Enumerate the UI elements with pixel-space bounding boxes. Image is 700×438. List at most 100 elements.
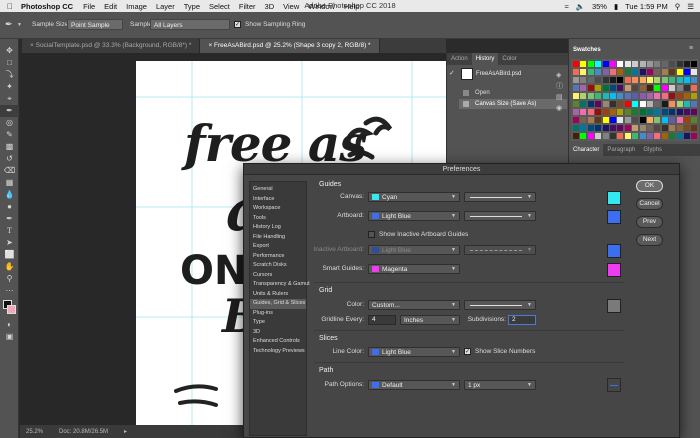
swatch[interactable] [639,109,646,115]
swatch[interactable] [691,93,698,99]
category-type[interactable]: Type [250,318,306,328]
swatch[interactable] [587,125,594,131]
eyedropper-icon[interactable]: ✒ [0,105,19,117]
swatch[interactable] [595,77,602,83]
swatch[interactable] [580,85,587,91]
swatch[interactable] [602,93,609,99]
swatch[interactable] [617,77,624,83]
menu-filter[interactable]: Filter [239,2,256,11]
menu-3d[interactable]: 3D [265,2,275,11]
grid-line-style-select[interactable]: ▼ [464,300,536,310]
swatch[interactable] [691,85,698,91]
swatch[interactable] [684,133,690,139]
swatch[interactable] [580,61,587,67]
swatch[interactable] [684,101,690,107]
swatch[interactable] [632,85,639,91]
swatch[interactable] [639,133,646,139]
move-tool-icon[interactable]: ✥ [0,45,19,57]
swatch[interactable] [647,133,653,139]
canvas-line-style-select[interactable]: ▼ [464,192,536,202]
swatch[interactable] [639,85,646,91]
swatch[interactable] [624,77,631,83]
ok-button[interactable]: OK [636,180,663,192]
swatch[interactable] [669,85,676,91]
grid-color-swatch[interactable] [607,299,621,313]
layers-icon[interactable]: ▤ [556,92,563,103]
inactive-artboard-color-select[interactable]: Light Blue ▼ [368,245,460,255]
swatch[interactable] [602,85,609,91]
swatch[interactable] [691,117,698,123]
slice-line-color-select[interactable]: Light Blue ▼ [368,347,460,357]
swatch[interactable] [654,101,661,107]
magic-wand-icon[interactable]: ✦ [0,81,19,93]
quick-mask-icon[interactable]: ◐ [0,319,19,331]
swatch[interactable] [587,133,594,139]
search-icon[interactable]: ⚲ [675,2,681,11]
swatch[interactable] [610,85,616,91]
swatch[interactable] [580,77,587,83]
gradient-tool-icon[interactable]: ▦ [0,177,19,189]
swatch[interactable] [573,69,579,75]
swatch[interactable] [587,93,594,99]
zoom-level[interactable]: 25.2% [26,429,43,435]
swatch[interactable] [669,125,676,131]
background-color[interactable] [7,305,16,314]
swatch[interactable] [580,117,587,123]
stamp-tool-icon[interactable]: ▩ [0,141,19,153]
swatch[interactable] [595,125,602,131]
swatch[interactable] [602,133,609,139]
category-technology-previews[interactable]: Technology Previews [250,347,306,357]
swatch[interactable] [610,77,616,83]
grid-unit-select[interactable]: Inches ▼ [400,315,460,325]
blur-tool-icon[interactable]: 💧 [0,189,19,201]
swatch[interactable] [610,61,616,67]
snapshot-name[interactable]: FreeAsABird.psd [476,71,521,77]
swatch[interactable] [684,117,690,123]
swatch[interactable] [617,93,624,99]
swatch[interactable] [661,117,668,123]
battery-icon[interactable]: ▮ [614,2,618,11]
dodge-tool-icon[interactable]: ● [0,201,19,213]
swatch[interactable] [684,93,690,99]
path-selection-icon[interactable]: ➤ [0,237,19,249]
swatch[interactable] [624,109,631,115]
swatch[interactable] [617,133,624,139]
menu-edit[interactable]: Edit [104,2,117,11]
swatch[interactable] [661,133,668,139]
wifi-icon[interactable]: ≈ [564,2,568,11]
swatch[interactable] [617,69,624,75]
artboard-color-select[interactable]: Light Blue ▼ [368,211,460,221]
swatch[interactable] [610,69,616,75]
crop-tool-icon[interactable]: ⌖ [0,93,19,105]
swatch[interactable] [595,133,602,139]
swatch[interactable] [587,61,594,67]
swatch[interactable] [632,117,639,123]
swatch[interactable] [661,61,668,67]
path-width-select[interactable]: 1 px ▼ [464,380,536,390]
swatch[interactable] [647,77,653,83]
swatch[interactable] [676,85,683,91]
swatch[interactable] [684,61,690,67]
swatch[interactable] [691,101,698,107]
grid-color-select[interactable]: Custom... ▼ [368,300,460,310]
tab-free-as-a-bird[interactable]: × FreeAsABird.psd @ 25.2% (Shape 3 copy … [200,39,380,53]
swatch[interactable] [661,69,668,75]
chevron-right-icon[interactable]: ▸ [124,428,127,435]
screen-mode-icon[interactable]: ▣ [0,331,19,343]
swatch[interactable] [587,69,594,75]
swatch[interactable] [639,125,646,131]
zoom-tool-icon[interactable]: ⚲ [0,273,19,285]
swatch[interactable] [647,125,653,131]
swatch[interactable] [617,85,624,91]
artboard-color-swatch[interactable] [607,210,621,224]
category-general[interactable]: General [250,185,306,195]
swatch[interactable] [602,125,609,131]
volume-icon[interactable]: 🔈 [576,2,585,11]
swatch[interactable] [595,69,602,75]
swatch[interactable] [617,61,624,67]
category-transparency-gamut[interactable]: Transparency & Gamut [250,280,310,290]
swatch[interactable] [624,133,631,139]
swatch[interactable] [617,125,624,131]
swatch[interactable] [632,101,639,107]
swatch[interactable] [661,77,668,83]
